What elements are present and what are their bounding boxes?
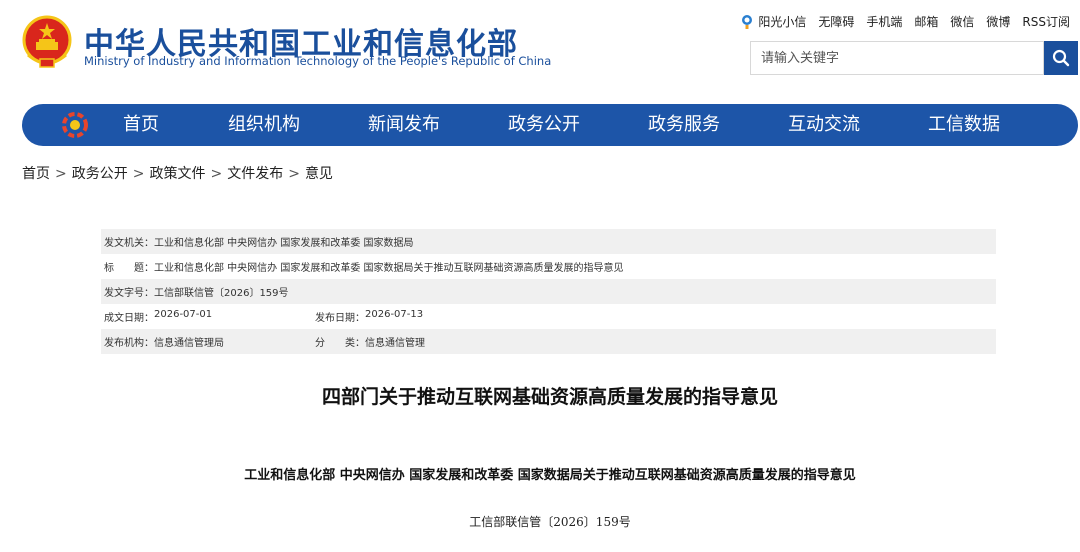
meta-label: 分 类： <box>315 338 365 349</box>
breadcrumb: 首页 > 政务公开 > 政策文件 > 文件发布 > 意见 <box>22 163 333 183</box>
nav-item-gov-affairs[interactable]: 政务公开 <box>508 104 580 146</box>
search-box <box>750 41 1044 75</box>
top-link-mail[interactable]: 邮箱 <box>914 13 938 30</box>
top-link-wechat[interactable]: 微信 <box>950 13 974 30</box>
breadcrumb-gov-affairs[interactable]: 政务公开 <box>72 166 128 182</box>
top-link-accessibility[interactable]: 无障碍 <box>818 13 854 30</box>
site-subtitle: Ministry of Industry and Information Tec… <box>84 54 552 68</box>
article-title: 四部门关于推动互联网基础资源高质量发展的指导意见 <box>321 386 778 408</box>
article-subtitle: 工业和信息化部 中央网信办 国家发展和改革委 国家数据局关于推动互联网基础资源高… <box>244 468 856 483</box>
main-nav: 首页 组织机构 新闻发布 政务公开 政务服务 互动交流 工信数据 <box>22 104 1078 146</box>
site-header: 中华人民共和国工业和信息化部 Ministry of Industry and … <box>0 0 1080 100</box>
meta-label: 发文字号： <box>104 288 154 299</box>
meta-cell-written: 成文日期： 2026-07-01 <box>101 309 312 324</box>
meta-row-issuer: 发文机关： 工业和信息化部 中央网信办 国家发展和改革委 国家数据局 <box>101 229 996 254</box>
meta-cell-org: 发布机构： 信息通信管理局 <box>101 334 312 349</box>
meta-label: 发布日期： <box>315 313 365 324</box>
top-link-sunshine[interactable]: 阳光小信 <box>740 13 806 30</box>
meta-value-written: 2026-07-01 <box>154 309 213 320</box>
breadcrumb-policy[interactable]: 政策文件 <box>149 166 205 182</box>
meta-row-org: 发布机构： 信息通信管理局 分 类： 信息通信管理 <box>101 329 996 354</box>
top-links: 阳光小信 无障碍 手机端 邮箱 微信 微博 RSS订阅 <box>728 13 1070 30</box>
meta-value-published: 2026-07-13 <box>365 309 424 320</box>
nav-item-data[interactable]: 工信数据 <box>928 104 1000 146</box>
search-icon <box>1052 49 1070 67</box>
breadcrumb-separator: > <box>55 166 67 182</box>
nav-item-gov-services[interactable]: 政务服务 <box>648 104 720 146</box>
search-input[interactable] <box>751 42 1043 74</box>
top-link-mobile[interactable]: 手机端 <box>866 13 902 30</box>
top-link-weibo[interactable]: 微博 <box>986 13 1010 30</box>
nav-item-news[interactable]: 新闻发布 <box>368 104 440 146</box>
breadcrumb-opinion[interactable]: 意见 <box>305 166 333 182</box>
meta-value-docno: 工信部联信管〔2026〕159号 <box>154 288 289 299</box>
search-button[interactable] <box>1044 41 1078 75</box>
meta-value-category: 信息通信管理 <box>365 338 425 349</box>
top-link-label: 阳光小信 <box>758 15 807 29</box>
breadcrumb-separator: > <box>132 166 145 182</box>
document-meta-table: 发文机关： 工业和信息化部 中央网信办 国家发展和改革委 国家数据局 标 题： … <box>101 229 996 354</box>
nav-item-organization[interactable]: 组织机构 <box>228 104 300 146</box>
meta-value-title: 工业和信息化部 中央网信办 国家发展和改革委 国家数据局关于推动互联网基础资源高… <box>154 263 624 274</box>
breadcrumb-separator: > <box>210 166 223 182</box>
nav-item-interaction[interactable]: 互动交流 <box>788 104 860 146</box>
top-link-rss[interactable]: RSS订阅 <box>1022 13 1070 30</box>
nav-logo-icon[interactable] <box>62 112 88 138</box>
national-emblem-icon[interactable] <box>22 15 72 69</box>
meta-row-dates: 成文日期： 2026-07-01 发布日期： 2026-07-13 <box>101 304 996 329</box>
meta-value-issuer: 工业和信息化部 中央网信办 国家发展和改革委 国家数据局 <box>154 238 414 249</box>
meta-value-org: 信息通信管理局 <box>154 338 224 349</box>
meta-cell-category: 分 类： 信息通信管理 <box>312 334 523 349</box>
meta-label: 标 题： <box>104 263 154 274</box>
meta-label: 发布机构： <box>104 338 154 349</box>
breadcrumb-home[interactable]: 首页 <box>22 166 50 182</box>
meta-cell-published: 发布日期： 2026-07-13 <box>312 309 523 324</box>
meta-label: 成文日期： <box>104 313 154 324</box>
breadcrumb-separator: > <box>288 166 300 182</box>
meta-row-docno: 发文字号： 工信部联信管〔2026〕159号 <box>101 279 996 304</box>
article-doc-number: 工信部联信管〔2026〕159号 <box>469 515 631 529</box>
breadcrumb-release[interactable]: 文件发布 <box>227 166 283 182</box>
sun-mascot-icon <box>742 14 753 29</box>
meta-label: 发文机关： <box>104 238 154 249</box>
meta-row-title: 标 题： 工业和信息化部 中央网信办 国家发展和改革委 国家数据局关于推动互联网… <box>101 254 996 279</box>
nav-item-home[interactable]: 首页 <box>123 104 159 146</box>
